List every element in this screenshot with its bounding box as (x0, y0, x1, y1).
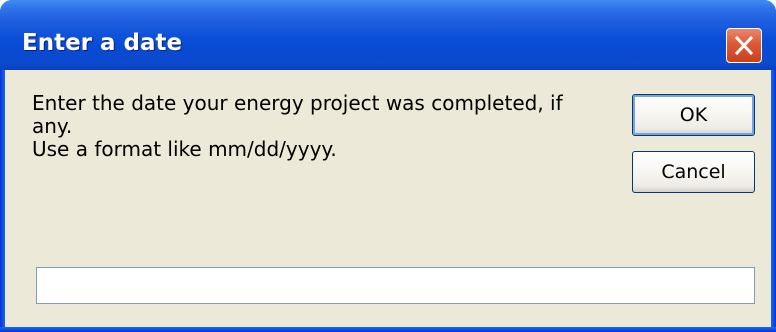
prompt-line-1: Enter the date your energy project was c… (32, 91, 563, 115)
prompt-line-3: Use a format like mm/dd/yyyy. (32, 137, 337, 161)
input-dialog: Enter a date Enter the date your energy … (0, 0, 776, 332)
window-title: Enter a date (22, 30, 183, 56)
date-input[interactable] (36, 267, 755, 304)
title-bar[interactable]: Enter a date (0, 0, 776, 70)
close-icon (735, 36, 753, 55)
window-border-bottom (0, 327, 776, 332)
ok-button[interactable]: OK (632, 94, 755, 136)
dialog-body: Enter the date your energy project was c… (5, 70, 771, 327)
prompt-line-2: any. (32, 114, 73, 138)
window-border-right (771, 70, 776, 332)
close-button[interactable] (726, 28, 762, 63)
cancel-button[interactable]: Cancel (632, 151, 755, 193)
prompt-message: Enter the date your energy project was c… (32, 92, 592, 161)
